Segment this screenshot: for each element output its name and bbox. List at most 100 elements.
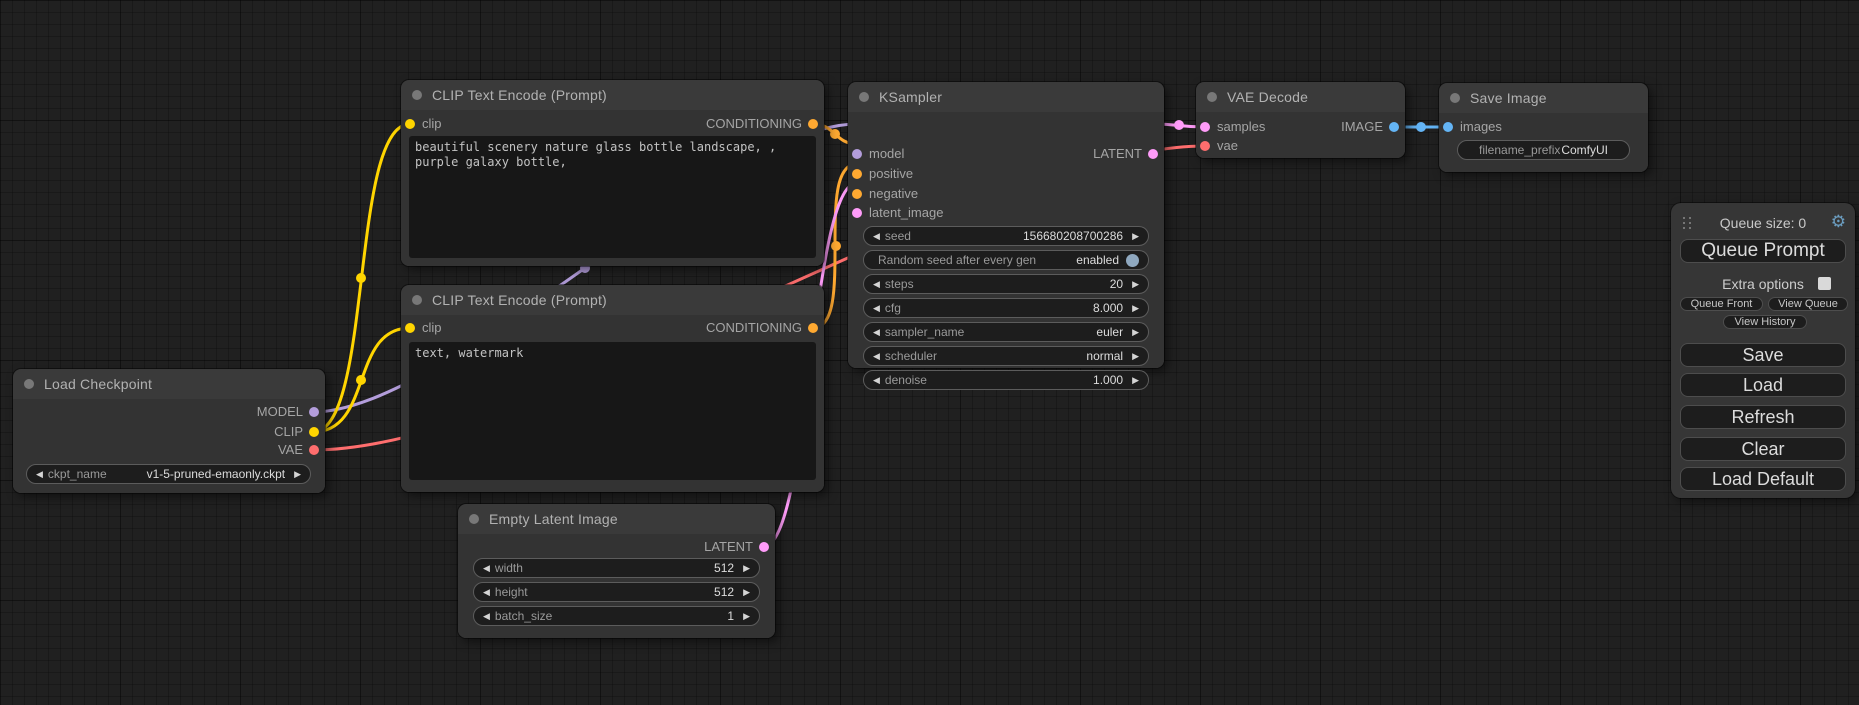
node-header[interactable]: CLIP Text Encode (Prompt) (401, 80, 824, 110)
link-dot-clip-negative[interactable] (356, 375, 366, 385)
node-graph-canvas[interactable]: Load Checkpoint MODEL CLIP VAE ◀ ckpt_na… (0, 0, 1859, 705)
node-empty-latent-image[interactable]: Empty Latent Image LATENT ◀ width 512 ▶ … (458, 504, 775, 638)
increment-arrow-icon[interactable]: ▶ (1132, 280, 1139, 289)
input-slot-clip[interactable] (405, 119, 415, 129)
node-clip-text-encode-positive[interactable]: CLIP Text Encode (Prompt) clip CONDITION… (401, 80, 824, 266)
node-title: KSampler (879, 89, 942, 105)
queue-prompt-button[interactable]: Queue Prompt (1680, 239, 1846, 263)
collapse-toggle-icon[interactable] (24, 379, 34, 389)
output-slot-conditioning[interactable] (808, 119, 818, 129)
node-header[interactable]: CLIP Text Encode (Prompt) (401, 285, 824, 315)
widget-filename-prefix[interactable]: filename_prefix ComfyUI (1457, 140, 1630, 160)
node-load-checkpoint[interactable]: Load Checkpoint MODEL CLIP VAE ◀ ckpt_na… (13, 369, 325, 493)
widget-scheduler[interactable]: ◀ scheduler normal ▶ (863, 346, 1149, 366)
decrement-arrow-icon[interactable]: ◀ (873, 376, 880, 385)
increment-arrow-icon[interactable]: ▶ (743, 612, 750, 621)
collapse-toggle-icon[interactable] (859, 92, 869, 102)
increment-arrow-icon[interactable]: ▶ (743, 588, 750, 597)
prompt-textarea[interactable]: beautiful scenery nature glass bottle la… (409, 136, 816, 258)
link-dot-conditioning-negative[interactable] (831, 241, 841, 251)
collapse-toggle-icon[interactable] (1207, 92, 1217, 102)
widget-value: normal (1086, 349, 1123, 363)
node-title: CLIP Text Encode (Prompt) (432, 292, 607, 308)
input-slot-vae[interactable] (1200, 141, 1210, 151)
increment-arrow-icon[interactable]: ▶ (1132, 352, 1139, 361)
node-header[interactable]: Empty Latent Image (458, 504, 775, 534)
output-slot-latent[interactable] (759, 542, 769, 552)
output-slot-vae[interactable] (309, 445, 319, 455)
extra-options-checkbox[interactable] (1818, 277, 1831, 290)
input-slot-images[interactable] (1443, 122, 1453, 132)
increment-arrow-icon[interactable]: ▶ (1132, 376, 1139, 385)
link-dot-latent-to-vae-decode[interactable] (1174, 120, 1184, 130)
input-label-negative: negative (869, 186, 918, 202)
increment-arrow-icon[interactable]: ▶ (743, 564, 750, 573)
output-slot-latent[interactable] (1148, 149, 1158, 159)
collapse-toggle-icon[interactable] (412, 90, 422, 100)
decrement-arrow-icon[interactable]: ◀ (36, 470, 43, 479)
node-vae-decode[interactable]: VAE Decode samples vae IMAGE (1196, 82, 1405, 158)
widget-width[interactable]: ◀ width 512 ▶ (473, 558, 760, 578)
decrement-arrow-icon[interactable]: ◀ (873, 232, 880, 241)
decrement-arrow-icon[interactable]: ◀ (483, 588, 490, 597)
widget-seed[interactable]: ◀ seed 156680208700286 ▶ (863, 226, 1149, 246)
output-slot-conditioning[interactable] (808, 323, 818, 333)
widget-random-seed-toggle[interactable]: Random seed after every gen enabled (863, 250, 1149, 270)
widget-steps[interactable]: ◀ steps 20 ▶ (863, 274, 1149, 294)
widget-sampler-name[interactable]: ◀ sampler_name euler ▶ (863, 322, 1149, 342)
input-slot-samples[interactable] (1200, 122, 1210, 132)
node-body: model positive negative latent_image LAT… (848, 112, 1164, 368)
output-label-latent: LATENT (704, 539, 753, 555)
collapse-toggle-icon[interactable] (469, 514, 479, 524)
input-slot-positive[interactable] (852, 169, 862, 179)
decrement-arrow-icon[interactable]: ◀ (483, 564, 490, 573)
load-default-button[interactable]: Load Default (1680, 467, 1846, 491)
node-ksampler[interactable]: KSampler model positive negative latent_… (848, 82, 1164, 368)
collapse-toggle-icon[interactable] (412, 295, 422, 305)
prompt-textarea[interactable]: text, watermark (409, 342, 816, 480)
settings-gear-icon[interactable]: ⚙ (1831, 212, 1846, 232)
widget-label: filename_prefix (1479, 143, 1560, 157)
refresh-button[interactable]: Refresh (1680, 405, 1846, 429)
increment-arrow-icon[interactable]: ▶ (1132, 232, 1139, 241)
input-slot-clip[interactable] (405, 323, 415, 333)
widget-value: 8.000 (1093, 301, 1123, 315)
node-header[interactable]: Load Checkpoint (13, 369, 325, 399)
collapse-toggle-icon[interactable] (1450, 93, 1460, 103)
increment-arrow-icon[interactable]: ▶ (294, 470, 301, 479)
decrement-arrow-icon[interactable]: ◀ (873, 304, 880, 313)
node-header[interactable]: Save Image (1439, 83, 1648, 113)
decrement-arrow-icon[interactable]: ◀ (873, 352, 880, 361)
increment-arrow-icon[interactable]: ▶ (1132, 304, 1139, 313)
node-header[interactable]: KSampler (848, 82, 1164, 112)
widget-denoise[interactable]: ◀ denoise 1.000 ▶ (863, 370, 1149, 390)
output-slot-clip[interactable] (309, 427, 319, 437)
increment-arrow-icon[interactable]: ▶ (1132, 328, 1139, 337)
widget-cfg[interactable]: ◀ cfg 8.000 ▶ (863, 298, 1149, 318)
load-button[interactable]: Load (1680, 373, 1846, 397)
link-dot-conditioning-positive[interactable] (830, 129, 840, 139)
toggle-knob-icon[interactable] (1126, 254, 1139, 267)
widget-ckpt-name[interactable]: ◀ ckpt_name v1-5-pruned-emaonly.ckpt ▶ (26, 464, 311, 484)
link-dot-clip-positive[interactable] (356, 273, 366, 283)
widget-batch-size[interactable]: ◀ batch_size 1 ▶ (473, 606, 760, 626)
node-clip-text-encode-negative[interactable]: CLIP Text Encode (Prompt) clip CONDITION… (401, 285, 824, 492)
input-slot-model[interactable] (852, 149, 862, 159)
view-queue-button[interactable]: View Queue (1768, 297, 1848, 311)
decrement-arrow-icon[interactable]: ◀ (873, 280, 880, 289)
view-history-button[interactable]: View History (1723, 315, 1807, 329)
decrement-arrow-icon[interactable]: ◀ (873, 328, 880, 337)
widget-value: 1.000 (1093, 373, 1123, 387)
decrement-arrow-icon[interactable]: ◀ (483, 612, 490, 621)
output-slot-image[interactable] (1389, 122, 1399, 132)
input-slot-negative[interactable] (852, 189, 862, 199)
queue-front-button[interactable]: Queue Front (1680, 297, 1763, 311)
input-slot-latent-image[interactable] (852, 208, 862, 218)
link-dot-image[interactable] (1416, 122, 1426, 132)
save-button[interactable]: Save (1680, 343, 1846, 367)
output-slot-model[interactable] (309, 407, 319, 417)
clear-button[interactable]: Clear (1680, 437, 1846, 461)
widget-height[interactable]: ◀ height 512 ▶ (473, 582, 760, 602)
node-save-image[interactable]: Save Image images filename_prefix ComfyU… (1439, 83, 1648, 172)
node-header[interactable]: VAE Decode (1196, 82, 1405, 112)
